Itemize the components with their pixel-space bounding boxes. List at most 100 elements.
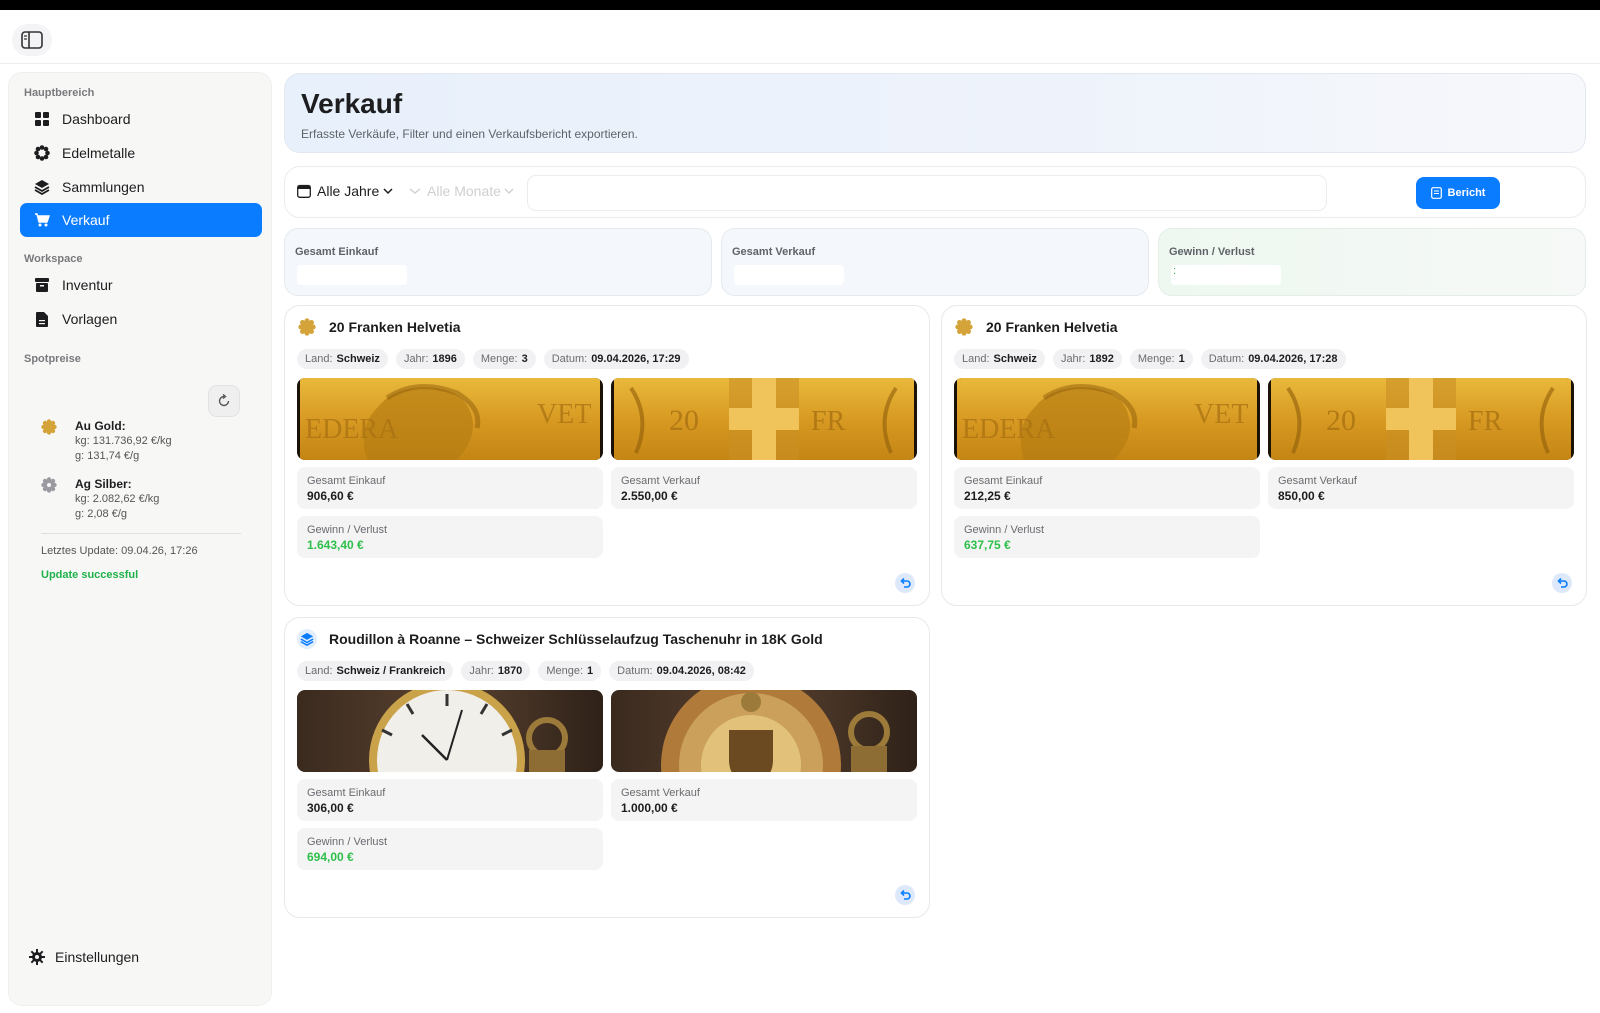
- pocket-watch-face-image[interactable]: [297, 690, 603, 772]
- chip-label: Jahr:: [1060, 353, 1086, 365]
- chip-qty: Menge: 3: [472, 349, 536, 369]
- sale-title: 20 Franken Helvetia: [954, 317, 1118, 337]
- sidebar-item-verkauf[interactable]: Verkauf: [20, 203, 262, 237]
- sidebar-item-inventur[interactable]: Inventur: [20, 268, 262, 302]
- chip-date: Datum: 09.04.2026, 17:28: [1200, 349, 1346, 369]
- spot-name: Au Gold:: [75, 419, 126, 433]
- undo-sale-button[interactable]: [1552, 573, 1572, 593]
- spot-kg: kg: 2.082,62 €/kg: [75, 493, 160, 505]
- chip-label: Menge:: [1137, 353, 1175, 365]
- sale-title-text: 20 Franken Helvetia: [329, 319, 461, 335]
- svg-text:VET: VET: [537, 399, 591, 430]
- report-button[interactable]: Bericht: [1416, 177, 1500, 209]
- divider: [41, 533, 241, 534]
- gear-icon: [29, 949, 45, 965]
- chip-label: Land:: [305, 665, 333, 677]
- chip-value: 3: [521, 353, 528, 365]
- stat-value: 694,00 €: [307, 850, 354, 864]
- summary-sale: Gesamt Verkauf: [721, 228, 1149, 296]
- undo-sale-button[interactable]: [895, 573, 915, 593]
- toolbar: [0, 10, 1600, 64]
- chip-value: 1892: [1089, 353, 1114, 365]
- stat-value: 212,25 €: [964, 489, 1011, 503]
- sale-card: 20 Franken Helvetia Land: Schweiz Jahr: 18…: [284, 305, 930, 606]
- refresh-icon: [218, 394, 230, 407]
- chip-value: 1870: [497, 665, 523, 677]
- svg-text:VET: VET: [1194, 399, 1248, 430]
- chip-value: 1896: [432, 353, 457, 365]
- sidebar: Hauptbereich Dashboard Edelmetalle Samml…: [8, 72, 272, 1006]
- coin-obverse-image[interactable]: EDERA VET: [297, 378, 603, 460]
- silver-coin-icon: [41, 477, 57, 493]
- year-select-value: Alle Jahre: [317, 183, 380, 199]
- sidebar-item-sammlungen[interactable]: Sammlungen: [20, 170, 262, 204]
- pocket-watch-back-image[interactable]: [611, 690, 917, 772]
- chip-label: Menge:: [546, 665, 584, 677]
- chip-label: Jahr:: [469, 665, 494, 677]
- undo-icon: [900, 889, 911, 900]
- chip-label: Land:: [962, 353, 990, 365]
- spot-g: g: 2,08 €/g: [75, 508, 127, 520]
- stat-value: 637,75 €: [964, 538, 1011, 552]
- stat-profit: Gewinn / Verlust 694,00 €: [297, 828, 603, 870]
- year-select[interactable]: Alle Jahre: [297, 183, 393, 199]
- grid-icon: [34, 111, 50, 127]
- chip-year: Jahr: 1896: [395, 349, 465, 369]
- month-select[interactable]: Alle Monate: [409, 183, 514, 199]
- stat-value: 1.643,40 €: [307, 538, 364, 552]
- chip-year: Jahr: 1870: [461, 661, 531, 681]
- cart-icon: [34, 212, 50, 228]
- stat-profit: Gewinn / Verlust 1.643,40 €: [297, 516, 603, 558]
- stat-label: Gesamt Einkauf: [307, 787, 386, 799]
- last-update-text: Letztes Update: 09.04.26, 17:26: [41, 545, 198, 557]
- sale-title: 20 Franken Helvetia: [297, 317, 461, 337]
- sidebar-item-dashboard[interactable]: Dashboard: [20, 102, 262, 136]
- spot-name: Ag Silber:: [75, 477, 132, 491]
- page-subtitle: Erfasste Verkäufe, Filter und einen Verk…: [301, 127, 638, 141]
- summary-value: [297, 265, 407, 285]
- svg-text:20: 20: [669, 404, 699, 437]
- summary-purchase: Gesamt Einkauf: [284, 228, 712, 296]
- chip-year: Jahr: 1892: [1052, 349, 1122, 369]
- sidebar-item-label: Inventur: [62, 277, 113, 293]
- chip-label: Land:: [305, 353, 333, 365]
- sidebar-toggle-button[interactable]: [12, 24, 52, 56]
- summary-value: [734, 265, 844, 285]
- sidebar-item-vorlagen[interactable]: Vorlagen: [20, 302, 262, 336]
- chip-date: Datum: 09.04.2026, 17:29: [543, 349, 689, 369]
- stat-label: Gesamt Einkauf: [307, 475, 386, 487]
- page-header: Verkauf Erfasste Verkäufe, Filter und ei…: [284, 73, 1586, 153]
- spot-g: g: 131,74 €/g: [75, 450, 140, 462]
- report-button-label: Bericht: [1447, 187, 1486, 199]
- stat-profit: Gewinn / Verlust 637,75 €: [954, 516, 1260, 558]
- sale-title-text: Roudillon à Roanne – Schweizer Schlüssel…: [329, 631, 823, 647]
- chip-value: 1: [587, 665, 594, 677]
- coin-reverse-image[interactable]: 20 FR: [1268, 378, 1574, 460]
- chip-value: Schweiz: [993, 353, 1037, 365]
- gold-coin-icon: [41, 419, 57, 435]
- sidebar-item-label: Verkauf: [62, 212, 110, 228]
- archive-icon: [34, 277, 50, 293]
- summary-label: Gesamt Einkauf: [295, 246, 379, 258]
- sale-card: 20 Franken Helvetia Land: Schweiz Jahr: 18…: [941, 305, 1587, 606]
- coin-obverse-image[interactable]: EDERA VET: [954, 378, 1260, 460]
- chip-value: 09.04.2026, 17:29: [591, 353, 681, 365]
- stat-value: 306,00 €: [307, 801, 354, 815]
- undo-sale-button[interactable]: [895, 885, 915, 905]
- refresh-spot-button[interactable]: [208, 385, 240, 417]
- window-top-edge: [0, 0, 1600, 10]
- stat-label: Gesamt Verkauf: [621, 475, 700, 487]
- chip-label: Datum:: [617, 665, 653, 677]
- chip-land: Land: Schweiz: [297, 349, 388, 369]
- sidebar-item-edelmetalle[interactable]: Edelmetalle: [20, 136, 262, 170]
- stat-label: Gesamt Einkauf: [964, 475, 1043, 487]
- svg-text:EDERA: EDERA: [305, 414, 399, 445]
- svg-text:FR: FR: [811, 406, 846, 437]
- settings-button[interactable]: Einstellungen: [29, 949, 139, 965]
- stat-sale: Gesamt Verkauf 2.550,00 €: [611, 467, 917, 509]
- summary-value: :: [1171, 265, 1281, 285]
- chip-label: Datum:: [1208, 353, 1245, 365]
- search-input[interactable]: [527, 175, 1327, 211]
- undo-icon: [1557, 577, 1568, 588]
- coin-reverse-image[interactable]: 20 FR: [611, 378, 917, 460]
